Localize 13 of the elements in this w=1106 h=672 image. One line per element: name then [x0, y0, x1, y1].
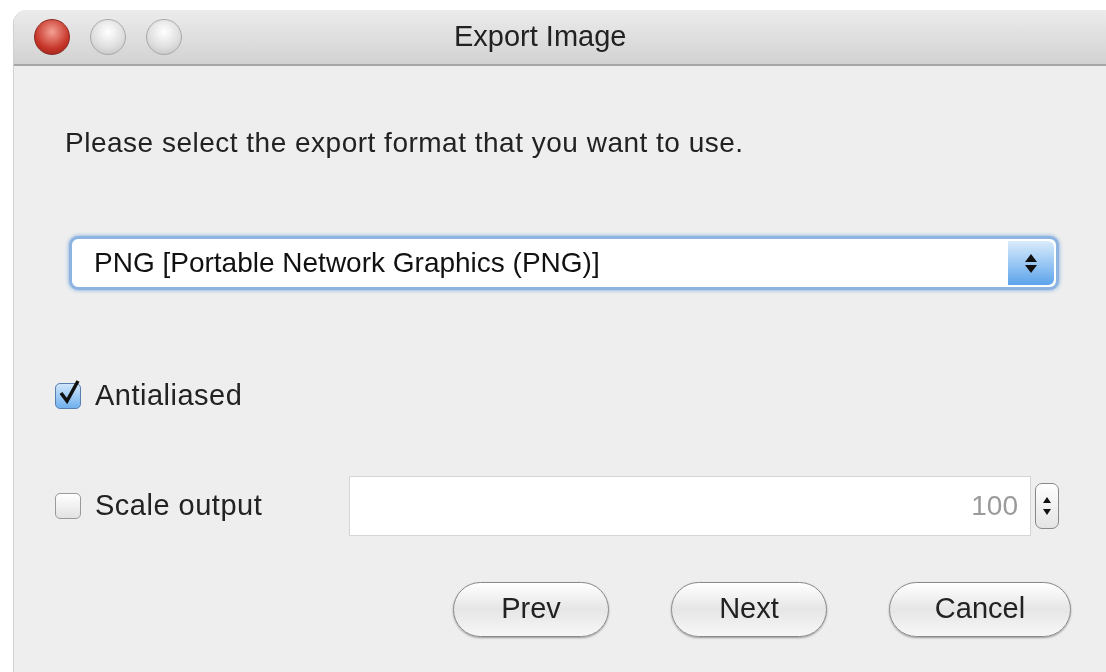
dialog-button[interactable]: Next: [671, 581, 827, 637]
window-title: Export Image: [454, 19, 627, 55]
format-dropdown[interactable]: PNG [Portable Network Graphics (PNG)]: [69, 236, 1059, 290]
checkbox[interactable]: [55, 382, 81, 409]
checkbox-label: Antialiased: [95, 378, 243, 413]
dialog-button[interactable]: Prev: [453, 581, 609, 637]
stepper-icon: [1008, 241, 1054, 285]
prompt-text: Please select the export format that you want to use.: [65, 126, 745, 160]
close-button[interactable]: [34, 19, 70, 55]
checkmark-icon: [58, 379, 80, 404]
checkbox-label: Scale output: [95, 487, 264, 523]
dialog-button[interactable]: Cancel: [889, 581, 1071, 637]
spinner-icon[interactable]: [1035, 482, 1059, 529]
